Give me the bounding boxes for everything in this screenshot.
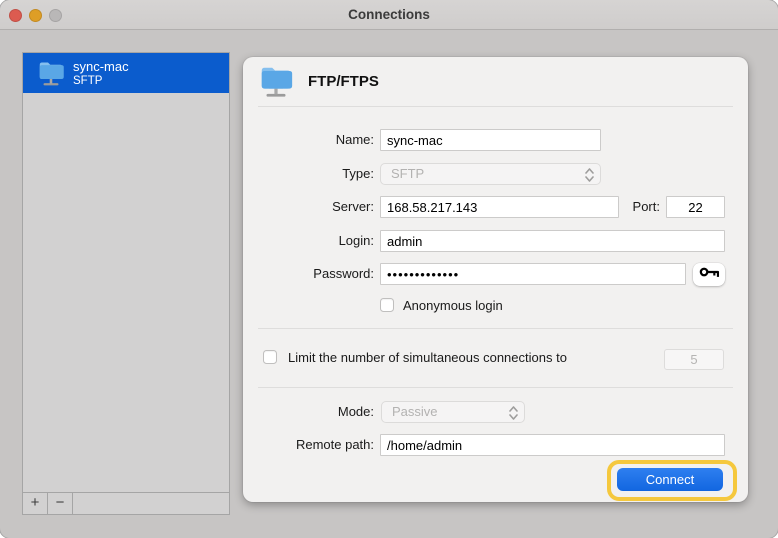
password-input[interactable]: [380, 263, 686, 285]
divider: [258, 328, 733, 329]
divider: [258, 387, 733, 388]
anonymous-login-label: Anonymous login: [403, 298, 503, 313]
type-select[interactable]: SFTP: [380, 163, 601, 185]
connection-settings-panel: FTP/FTPS Name: Type: SFTP Server: Port: …: [243, 57, 748, 502]
key-icon: [699, 265, 720, 284]
limit-connections-value: 5: [664, 349, 724, 370]
name-label: Name:: [243, 129, 374, 151]
limit-connections-checkbox[interactable]: [263, 350, 277, 364]
window-title: Connections: [0, 0, 778, 30]
title-bar: Connections: [0, 0, 778, 30]
remote-path-label: Remote path:: [243, 434, 374, 456]
limit-connections-label: Limit the number of simultaneous connect…: [288, 350, 567, 365]
server-input[interactable]: [380, 196, 619, 218]
password-label: Password:: [243, 263, 374, 285]
login-input[interactable]: [380, 230, 725, 252]
remove-connection-button[interactable]: −: [48, 493, 73, 514]
network-folder-icon: [257, 62, 295, 100]
mode-select[interactable]: Passive: [381, 401, 525, 423]
type-select-value: SFTP: [391, 166, 424, 181]
add-connection-button[interactable]: +: [23, 493, 48, 514]
sidebar-toolbar: + −: [23, 492, 229, 514]
chevron-up-down-icon: [585, 168, 594, 188]
chevron-up-down-icon: [509, 406, 518, 426]
network-folder-icon: [36, 58, 66, 88]
anonymous-login-checkbox[interactable]: [380, 298, 394, 312]
connect-button[interactable]: Connect: [617, 468, 723, 491]
login-label: Login:: [243, 230, 374, 252]
keychain-button[interactable]: [693, 263, 725, 286]
mode-label: Mode:: [243, 401, 374, 423]
sidebar-item-sync-mac[interactable]: sync-mac SFTP: [23, 53, 229, 93]
connections-sidebar: sync-mac SFTP + −: [22, 52, 230, 515]
connections-window: Connections sync-mac SFTP + − FTP/FTPS N…: [0, 0, 778, 538]
port-label: Port:: [591, 196, 660, 218]
divider: [258, 106, 733, 107]
connection-name: sync-mac: [73, 59, 129, 74]
panel-title: FTP/FTPS: [308, 73, 379, 90]
remote-path-input[interactable]: [380, 434, 725, 456]
type-label: Type:: [243, 163, 374, 185]
server-label: Server:: [243, 196, 374, 218]
mode-select-value: Passive: [392, 404, 438, 419]
connection-protocol: SFTP: [73, 74, 129, 88]
name-input[interactable]: [380, 129, 601, 151]
port-input[interactable]: [666, 196, 725, 218]
